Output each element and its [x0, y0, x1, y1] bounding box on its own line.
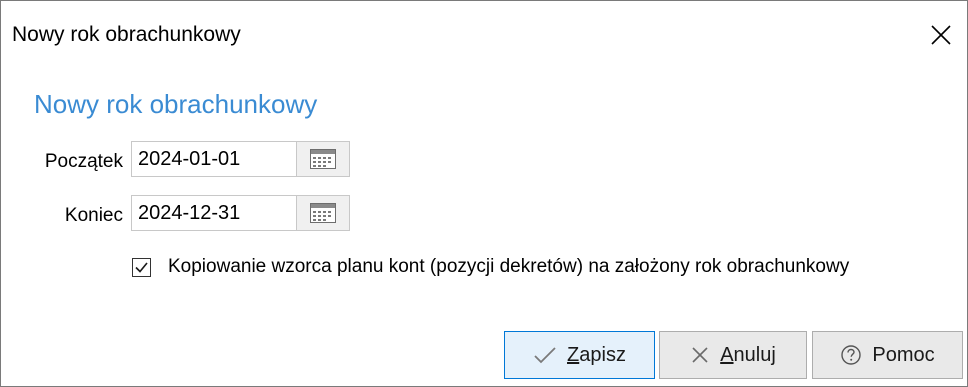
checkmark-icon	[533, 345, 557, 365]
close-button[interactable]	[921, 15, 961, 55]
dialog-window: Nowy rok obrachunkowy Nowy rok obrachunk…	[0, 0, 968, 387]
end-date-label: Koniec	[64, 205, 123, 226]
save-button[interactable]: Zapisz	[504, 331, 655, 379]
help-button[interactable]: Pomoc	[812, 331, 963, 379]
x-icon	[690, 345, 710, 365]
copy-template-checkbox[interactable]	[132, 258, 151, 277]
start-date-input[interactable]	[131, 141, 296, 177]
cancel-button[interactable]: Anuluj	[659, 331, 807, 379]
title-bar: Nowy rok obrachunkowy	[1, 1, 967, 73]
calendar-icon	[310, 203, 336, 223]
window-title: Nowy rok obrachunkowy	[12, 23, 241, 46]
save-button-label: Zapisz	[567, 343, 626, 366]
form-heading: Nowy rok obrachunkowy	[34, 89, 318, 119]
checkmark-icon	[135, 262, 148, 273]
end-date-input[interactable]	[131, 195, 296, 231]
help-button-label: Pomoc	[872, 343, 935, 366]
calendar-icon	[310, 149, 336, 169]
cancel-button-label: Anuluj	[720, 343, 776, 366]
end-date-calendar-button[interactable]	[296, 195, 350, 231]
start-date-calendar-button[interactable]	[296, 141, 350, 177]
question-circle-icon	[840, 344, 862, 366]
close-icon	[931, 25, 951, 45]
start-date-label: Początek	[44, 151, 123, 172]
copy-template-label: Kopiowanie wzorca planu kont (pozycji de…	[168, 256, 850, 277]
